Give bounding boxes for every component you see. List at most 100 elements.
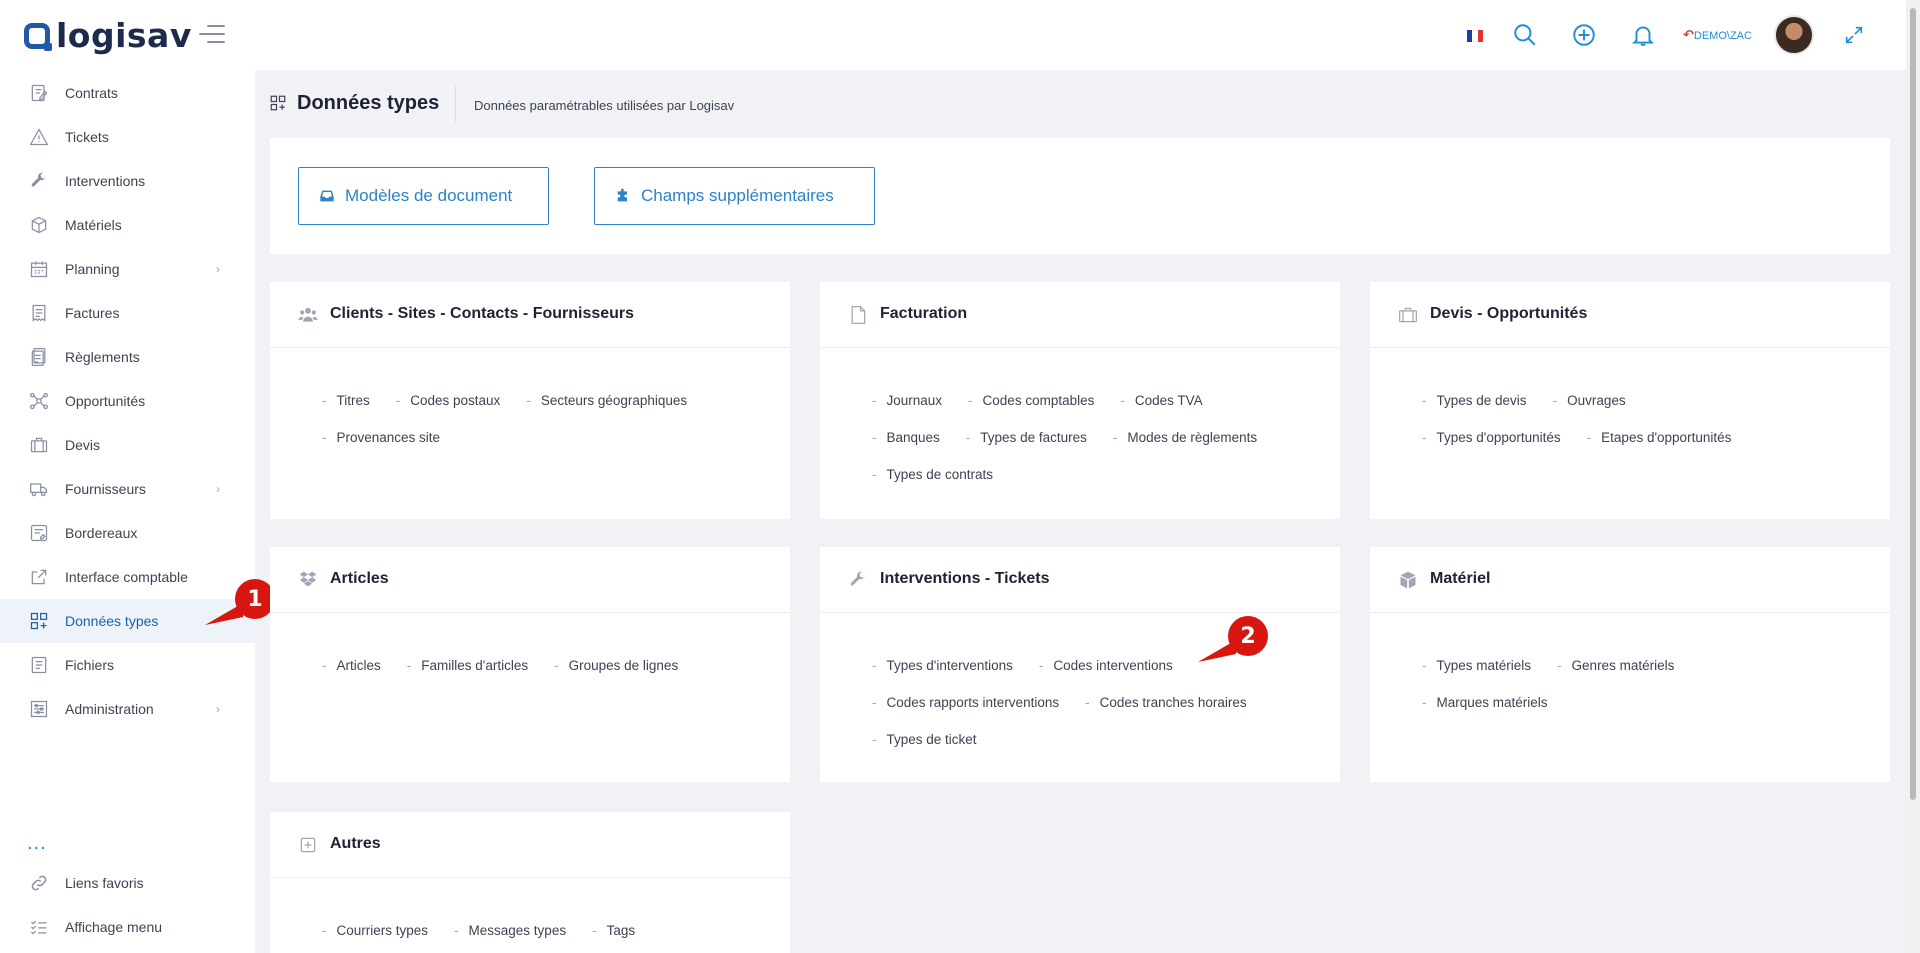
link-tags[interactable]: Tags <box>592 912 636 949</box>
card-header: Devis - Opportunités <box>1370 282 1890 348</box>
card-title: Matériel <box>1430 570 1491 587</box>
link-codes-interventions[interactable]: Codes interventions <box>1039 647 1172 684</box>
page-description: Données paramétrables utilisées par Logi… <box>474 98 735 113</box>
card-links: Articles Familles d'articles Groupes de li… <box>322 647 760 684</box>
briefcase-icon <box>1399 307 1417 323</box>
menu-toggle-icon[interactable] <box>199 25 225 45</box>
link-types-interventions[interactable]: Types d'interventions <box>872 647 1013 684</box>
sidebar-item-interface-comptable[interactable]: Interface comptable <box>0 555 255 599</box>
add-circle-icon[interactable] <box>1571 22 1597 48</box>
more-dots[interactable]: ... <box>27 832 47 855</box>
sidebar-item-reglements[interactable]: Règlements <box>0 335 255 379</box>
card-facturation: Facturation Journaux Codes comptables Code… <box>820 282 1340 519</box>
link-codes-comptables[interactable]: Codes comptables <box>968 382 1095 419</box>
puzzle-icon <box>617 188 627 202</box>
link-banques[interactable]: Banques <box>872 419 940 456</box>
sidebar-item-label: Opportunités <box>65 393 146 409</box>
sidebar-item-tickets[interactable]: Tickets <box>0 115 255 159</box>
link-codes-rapports-interventions[interactable]: Codes rapports interventions <box>872 684 1060 721</box>
avatar[interactable] <box>1774 15 1814 55</box>
chevron-right-icon: › <box>216 702 220 716</box>
card-header: Interventions - Tickets <box>820 547 1340 613</box>
sidebar-item-opportunites[interactable]: Opportunités <box>0 379 255 423</box>
page-title: Données types <box>297 92 440 114</box>
sidebar-item-affichage-menu[interactable]: Affichage menu <box>0 905 255 949</box>
scrollbar[interactable] <box>1906 0 1920 953</box>
logo[interactable]: logisav <box>24 16 192 55</box>
card-title: Facturation <box>880 305 968 322</box>
contract-icon <box>31 84 48 102</box>
sidebar-item-fournisseurs[interactable]: Fournisseurs › <box>0 467 255 511</box>
user-switch[interactable]: ↶DEMO\ZAC <box>1683 27 1752 43</box>
settings-list-icon <box>30 700 48 718</box>
link-articles[interactable]: Articles <box>322 647 381 684</box>
card-clients: Clients - Sites - Contacts - Fournisseur… <box>270 282 790 519</box>
extra-fields-button[interactable]: Champs supplémentaires <box>594 167 875 225</box>
link-etapes-opportunites[interactable]: Etapes d'opportunités <box>1587 419 1731 456</box>
sidebar-item-interventions[interactable]: Interventions <box>0 159 255 203</box>
sidebar-item-planning[interactable]: Planning › <box>0 247 255 291</box>
cube-icon <box>1400 571 1416 589</box>
link-secteurs-geographiques[interactable]: Secteurs géographiques <box>526 382 687 419</box>
link-icon <box>31 875 47 891</box>
sidebar-item-label: Affichage menu <box>65 919 163 935</box>
wrench-icon <box>31 172 46 187</box>
link-types-opportunites[interactable]: Types d'opportunités <box>1422 419 1561 456</box>
sidebar-item-materiels[interactable]: Matériels <box>0 203 255 247</box>
card-devis: Devis - Opportunités Types de devis Ouvra… <box>1370 282 1890 519</box>
sidebar: Contrats Tickets Interventions Matériels… <box>0 70 255 953</box>
sidebar-item-administration[interactable]: Administration › <box>0 687 255 731</box>
fullscreen-icon[interactable] <box>1843 24 1865 46</box>
briefcase-icon <box>30 437 48 453</box>
link-genres-materiels[interactable]: Genres matériels <box>1557 647 1675 684</box>
scrollbar-thumb[interactable] <box>1910 8 1916 800</box>
link-modes-de-reglements[interactable]: Modes de règlements <box>1113 419 1257 456</box>
link-types-materiels[interactable]: Types matériels <box>1422 647 1532 684</box>
card-links: Types de devis Ouvrages Types d'opportuni… <box>1422 382 1860 456</box>
link-ouvrages[interactable]: Ouvrages <box>1553 382 1626 419</box>
link-codes-postaux[interactable]: Codes postaux <box>396 382 500 419</box>
link-types-de-factures[interactable]: Types de factures <box>966 419 1087 456</box>
logo-text: logisav <box>56 16 192 55</box>
sidebar-item-bordereaux[interactable]: Bordereaux <box>0 511 255 555</box>
link-titres[interactable]: Titres <box>322 382 370 419</box>
undo-icon: ↶ <box>1683 27 1694 42</box>
language-flag-icon[interactable] <box>1467 30 1483 42</box>
card-header: Matériel <box>1370 547 1890 613</box>
sidebar-item-label: Administration <box>65 701 154 717</box>
sidebar-item-factures[interactable]: Factures <box>0 291 255 335</box>
link-provenances-site[interactable]: Provenances site <box>322 419 441 456</box>
invoice-icon <box>32 304 46 322</box>
card-header: Autres <box>270 812 790 878</box>
link-messages-types[interactable]: Messages types <box>454 912 567 949</box>
payment-icon <box>31 348 46 366</box>
sidebar-item-liens-favoris[interactable]: Liens favoris <box>0 861 255 905</box>
bell-icon[interactable] <box>1630 22 1656 48</box>
user-name-label: DEMO\ZAC <box>1693 30 1752 42</box>
extra-fields-label: Champs supplémentaires <box>641 186 834 205</box>
link-groupes-de-lignes[interactable]: Groupes de lignes <box>554 647 679 684</box>
sidebar-item-label: Fournisseurs <box>65 481 146 497</box>
sidebar-item-label: Interface comptable <box>65 569 188 585</box>
search-icon[interactable] <box>1512 22 1538 48</box>
document-templates-button[interactable]: Modèles de document <box>298 167 549 225</box>
link-courriers-types[interactable]: Courriers types <box>322 912 429 949</box>
link-codes-tranches-horaires[interactable]: Codes tranches horaires <box>1085 684 1247 721</box>
sidebar-item-fichiers[interactable]: Fichiers <box>0 643 255 687</box>
wrench-icon <box>850 571 865 586</box>
sidebar-item-contrats[interactable]: Contrats <box>0 71 255 115</box>
link-types-de-contrats[interactable]: Types de contrats <box>872 456 994 493</box>
card-links: Journaux Codes comptables Codes TVA Banque… <box>872 382 1310 493</box>
link-types-de-devis[interactable]: Types de devis <box>1422 382 1527 419</box>
link-codes-tva[interactable]: Codes TVA <box>1120 382 1203 419</box>
sidebar-item-label: Bordereaux <box>65 525 138 541</box>
warning-icon <box>29 128 49 146</box>
link-familles-articles[interactable]: Familles d'articles <box>407 647 528 684</box>
sidebar-item-label: Planning <box>65 261 120 277</box>
sidebar-item-label: Liens favoris <box>65 875 144 891</box>
link-types-de-ticket[interactable]: Types de ticket <box>872 721 977 758</box>
link-journaux[interactable]: Journaux <box>872 382 943 419</box>
grid-plus-icon <box>30 612 48 630</box>
sidebar-item-devis[interactable]: Devis <box>0 423 255 467</box>
link-marques-materiels[interactable]: Marques matériels <box>1422 684 1548 721</box>
